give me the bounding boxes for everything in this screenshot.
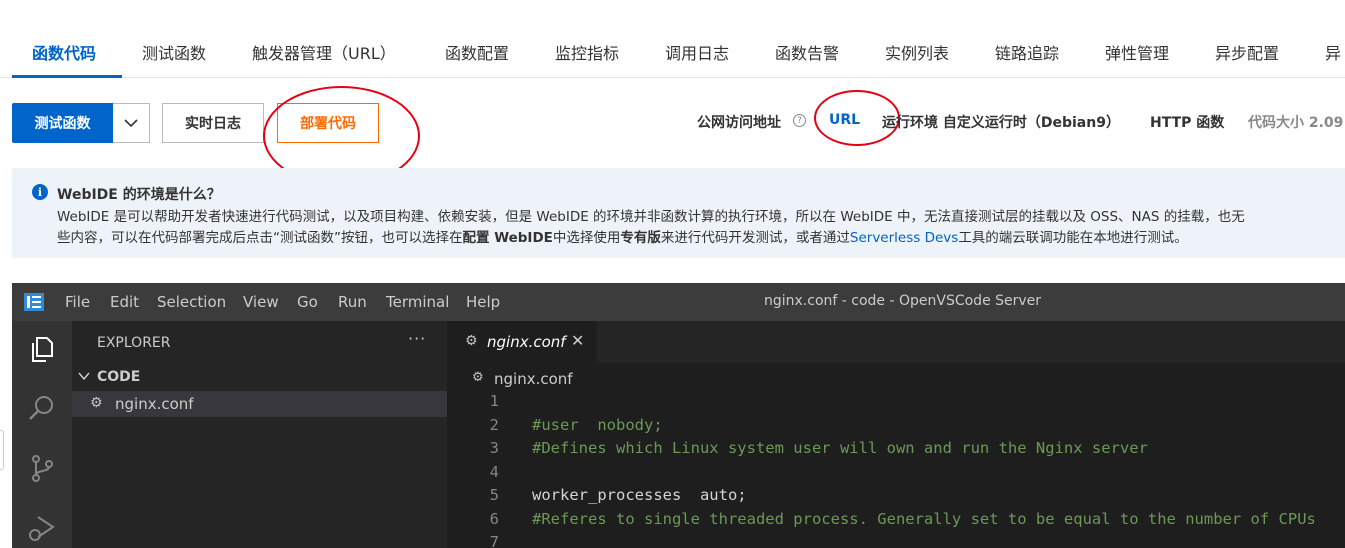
line-text: #user nobody; xyxy=(532,416,663,434)
files-icon[interactable] xyxy=(27,334,57,364)
search-icon[interactable] xyxy=(27,393,57,423)
line-text: #Referes to single threaded process. Gen… xyxy=(532,510,1316,528)
code-line: 6 #Referes to single threaded process. Ge… xyxy=(447,510,1345,534)
gear-icon: ⚙ xyxy=(472,370,484,385)
line-number: 6 xyxy=(489,510,499,528)
vscode-logo-icon xyxy=(24,293,44,311)
notice-title: WebIDE 的环境是什么？ xyxy=(57,187,221,203)
source-control-icon[interactable] xyxy=(27,453,57,483)
file-item-nginx-conf[interactable]: ⚙ nginx.conf xyxy=(72,391,447,417)
tab-tracing[interactable]: 链路追踪 xyxy=(995,40,1059,64)
explorer-sidebar: EXPLORER ··· CODE ⚙ nginx.conf xyxy=(72,321,447,548)
tab-file-name: nginx.conf xyxy=(487,333,566,351)
close-icon[interactable]: ✕ xyxy=(571,331,584,350)
runtime-info: 运行环境 自定义运行时（Debian9） xyxy=(882,115,1120,131)
menu-terminal[interactable]: Terminal xyxy=(386,293,449,311)
line-number: 7 xyxy=(489,533,499,548)
window-title: nginx.conf - code - OpenVSCode Server xyxy=(764,293,1042,309)
realtime-logs-button[interactable]: 实时日志 xyxy=(162,103,264,143)
file-name: nginx.conf xyxy=(115,395,194,413)
activity-bar xyxy=(12,321,72,548)
webide-notice: i WebIDE 的环境是什么？ WebIDE 是可以帮助开发者快速进行代码测试… xyxy=(12,168,1345,258)
side-drawer-handle[interactable] xyxy=(0,430,4,470)
tab-function-code[interactable]: 函数代码 xyxy=(32,40,96,64)
chevron-down-icon xyxy=(124,118,138,127)
function-tabs: 函数代码 测试函数 触发器管理（URL） 函数配置 监控指标 调用日志 函数告警… xyxy=(0,24,1345,78)
notice-line-2: 些内容，可以在代码部署完成后点击“测试函数”按钮，也可以选择在配置 WebIDE… xyxy=(57,230,1188,246)
test-function-button[interactable]: 测试函数 xyxy=(12,103,113,143)
url-link[interactable]: URL xyxy=(829,112,860,128)
more-actions-icon[interactable]: ··· xyxy=(408,329,426,348)
gear-icon: ⚙ xyxy=(465,333,478,349)
configure-webide-text: 配置 WebIDE xyxy=(462,230,553,246)
deploy-code-button[interactable]: 部署代码 xyxy=(277,103,379,143)
tab-function-alerts[interactable]: 函数告警 xyxy=(775,40,839,64)
line-text: worker_processes auto; xyxy=(532,486,747,504)
serverless-devs-link[interactable]: Serverless Devs xyxy=(850,230,958,246)
vscode-window: File Edit Selection View Go Run Terminal… xyxy=(12,283,1345,548)
code-folder-header[interactable]: CODE xyxy=(72,365,447,389)
menu-view[interactable]: View xyxy=(243,293,279,311)
menu-selection[interactable]: Selection xyxy=(157,293,226,311)
gear-icon: ⚙ xyxy=(90,395,103,411)
code-size: 代码大小 2.09 xyxy=(1248,115,1344,131)
tab-invocation-logs[interactable]: 调用日志 xyxy=(665,40,729,64)
menu-file[interactable]: File xyxy=(65,293,90,311)
line-number: 1 xyxy=(489,392,499,410)
tab-test-function[interactable]: 测试函数 xyxy=(142,40,206,64)
tab-async-config[interactable]: 异步配置 xyxy=(1215,40,1279,64)
code-line: 4 xyxy=(447,463,1345,487)
line-number: 3 xyxy=(489,439,499,457)
line-number: 4 xyxy=(489,463,499,481)
vscode-titlebar: File Edit Selection View Go Run Terminal… xyxy=(12,283,1345,321)
tab-instance-list[interactable]: 实例列表 xyxy=(885,40,949,64)
info-icon: i xyxy=(32,184,48,200)
tab-overflow[interactable]: 异 xyxy=(1325,40,1341,64)
test-dropdown-button[interactable] xyxy=(113,103,150,143)
code-line: 3 #Defines which Linux system user will o… xyxy=(447,439,1345,463)
help-icon[interactable]: ? xyxy=(793,114,806,127)
code-line: 2 #user nobody; xyxy=(447,416,1345,440)
tab-function-config[interactable]: 函数配置 xyxy=(445,40,509,64)
line-number: 5 xyxy=(489,486,499,504)
tab-elastic-management[interactable]: 弹性管理 xyxy=(1105,40,1169,64)
code-line: 7 xyxy=(447,533,1345,548)
code-line: 1 xyxy=(447,392,1345,416)
menu-go[interactable]: Go xyxy=(297,293,318,311)
menu-edit[interactable]: Edit xyxy=(110,293,139,311)
active-tab-indicator xyxy=(12,75,122,78)
tab-trigger-management[interactable]: 触发器管理（URL） xyxy=(252,40,396,64)
line-number: 2 xyxy=(489,416,499,434)
code-editor[interactable]: 1 2 #user nobody; 3 #Defines which Linux s… xyxy=(447,391,1345,548)
editor-tab-bar: ⚙ nginx.conf ✕ xyxy=(447,321,1345,363)
chevron-down-icon xyxy=(78,372,90,381)
tab-monitoring[interactable]: 监控指标 xyxy=(555,40,619,64)
breadcrumb-file: nginx.conf xyxy=(494,370,573,388)
notice-line-1: WebIDE 是可以帮助开发者快速进行代码测试，以及项目构建、依赖安装，但是 W… xyxy=(57,209,1245,225)
menu-help[interactable]: Help xyxy=(466,293,500,311)
run-debug-icon[interactable] xyxy=(27,513,57,543)
explorer-title: EXPLORER xyxy=(97,335,171,351)
public-url-label: 公网访问地址 xyxy=(697,115,781,131)
code-line: 5 worker_processes auto; xyxy=(447,486,1345,510)
function-type: HTTP 函数 xyxy=(1150,115,1225,131)
editor-tab-nginx-conf[interactable]: ⚙ nginx.conf ✕ xyxy=(447,321,597,363)
folder-name: CODE xyxy=(97,369,141,385)
line-text: #Defines which Linux system user will ow… xyxy=(532,439,1148,457)
menu-run[interactable]: Run xyxy=(338,293,367,311)
